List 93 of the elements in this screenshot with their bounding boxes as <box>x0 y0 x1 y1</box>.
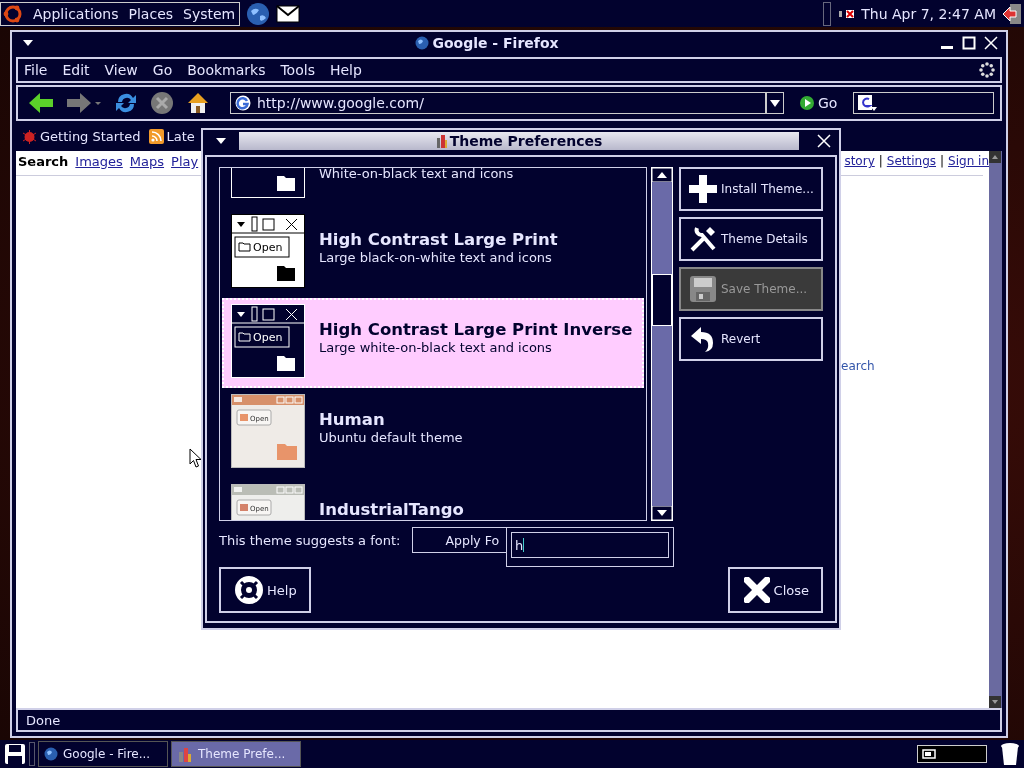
action-button[interactable]: Theme Details <box>679 217 823 261</box>
search-field[interactable] <box>853 92 994 114</box>
nav-link[interactable]: Sign in <box>948 154 989 169</box>
search-field[interactable]: h <box>511 532 669 558</box>
home-icon[interactable] <box>186 91 210 115</box>
theme-description: Large white-on-black text and icons <box>319 340 553 355</box>
logout-icon[interactable] <box>1002 2 1022 25</box>
taskbar-button[interactable]: Google - Fire... <box>38 741 168 767</box>
go-button[interactable]: Go <box>796 95 842 111</box>
nav-link[interactable]: Search <box>18 154 69 169</box>
scroll-down-icon[interactable] <box>652 506 672 520</box>
nav-link[interactable]: Settings <box>886 154 936 169</box>
mail-icon[interactable] <box>276 4 301 23</box>
nav-link[interactable]: story <box>844 154 875 169</box>
scrollbar[interactable] <box>651 167 673 521</box>
dropdown-button[interactable] <box>766 92 784 114</box>
taskbar-button[interactable]: Theme Prefe... <box>171 741 301 767</box>
go-icon <box>800 96 814 110</box>
window-title: Google - Firefox <box>432 35 559 51</box>
handle-icon[interactable] <box>29 742 35 766</box>
window-menu-icon[interactable] <box>215 137 227 145</box>
nav-link[interactable]: Images <box>75 154 123 169</box>
text-link[interactable]: earch <box>841 359 875 373</box>
action-button[interactable]: Revert <box>679 317 823 361</box>
theme-name: Human <box>319 410 386 429</box>
theme-icon <box>177 746 193 762</box>
bookmark-item[interactable]: Getting Started <box>22 128 141 144</box>
action-button[interactable]: Install Theme... <box>679 167 823 211</box>
panel-menu[interactable]: System <box>183 5 236 22</box>
scroll-thumb[interactable] <box>652 274 672 326</box>
plus-icon <box>689 175 717 203</box>
rss-icon <box>148 128 164 144</box>
theme-name: IndustrialTango <box>319 500 464 519</box>
bug-icon <box>22 128 37 144</box>
font-label: This theme suggests a font: <box>219 532 401 548</box>
stop-icon[interactable] <box>150 91 174 115</box>
cursor-icon <box>189 448 203 468</box>
separator: | <box>940 154 945 169</box>
caret-icon <box>770 99 780 107</box>
nav-link[interactable]: Maps <box>129 154 165 169</box>
theme-name: High Contrast Large Print Inverse <box>319 320 633 339</box>
lifebuoy-icon <box>235 576 263 604</box>
handle-icon[interactable] <box>823 1 832 26</box>
panel-menu[interactable]: Places <box>128 5 174 22</box>
tools-icon <box>689 225 717 253</box>
menu-item[interactable]: Edit <box>62 62 90 78</box>
theme-item[interactable]: Open High Contrast Large Print Large black-on-white text and icons <box>222 208 644 298</box>
help-button[interactable]: Help <box>219 567 311 613</box>
close-icon[interactable] <box>984 36 998 50</box>
theme-description: White-on-black text and icons <box>319 168 514 181</box>
floppy-icon <box>689 275 717 303</box>
globe-icon[interactable] <box>246 1 271 26</box>
menu-item[interactable]: Bookmarks <box>187 62 266 78</box>
throbber-icon <box>978 61 996 79</box>
preview-label: Open <box>253 241 283 254</box>
search-engine-icon[interactable] <box>857 94 878 112</box>
theme-description: Ubuntu default theme <box>319 430 463 445</box>
trash-icon[interactable] <box>1000 742 1020 766</box>
window-menu-icon[interactable] <box>22 39 34 47</box>
reload-icon[interactable] <box>114 91 138 115</box>
workspace-switcher[interactable] <box>917 745 987 763</box>
preview-label: Open <box>253 331 283 344</box>
separator: | <box>878 154 883 169</box>
menu-item[interactable]: Tools <box>280 62 315 78</box>
theme-item[interactable]: Open High Contrast Large Print Inverse Large white-on-black text and icons <box>222 298 644 388</box>
google-icon <box>235 95 251 111</box>
clock[interactable]: Thu Apr 7, 2:47 AM <box>861 5 996 22</box>
window-title: Theme Preferences <box>449 133 603 149</box>
window-icon <box>922 749 936 759</box>
theme-description: Large black-on-white text and icons <box>319 250 553 265</box>
scroll-up-icon[interactable] <box>652 168 672 182</box>
close-button[interactable]: Close <box>727 567 823 613</box>
menu-item[interactable]: Help <box>329 62 362 78</box>
bookmark-item[interactable]: Late <box>148 128 195 144</box>
globe-icon <box>415 36 430 50</box>
status-text: Done <box>26 712 61 728</box>
menu-item[interactable]: Go <box>152 62 173 78</box>
panel-menu[interactable]: Applications <box>33 5 119 22</box>
nav-link[interactable]: Play <box>171 154 199 169</box>
theme-name: High Contrast Large Print <box>319 230 558 249</box>
theme-icon <box>435 134 448 148</box>
logo-icon[interactable] <box>3 3 23 24</box>
close-icon[interactable] <box>817 134 831 148</box>
close-icon <box>743 577 770 603</box>
globe-icon <box>44 747 58 761</box>
menu-item[interactable]: File <box>24 62 48 78</box>
maximize-icon[interactable] <box>962 36 976 50</box>
show-desktop-icon[interactable] <box>4 743 26 765</box>
back-icon[interactable] <box>28 92 54 114</box>
theme-item[interactable]: White-on-black text and icons <box>222 168 644 208</box>
address-field[interactable]: http://www.google.com/ <box>230 92 766 114</box>
menu-item[interactable]: View <box>104 62 138 78</box>
forward-icon[interactable] <box>66 92 102 114</box>
